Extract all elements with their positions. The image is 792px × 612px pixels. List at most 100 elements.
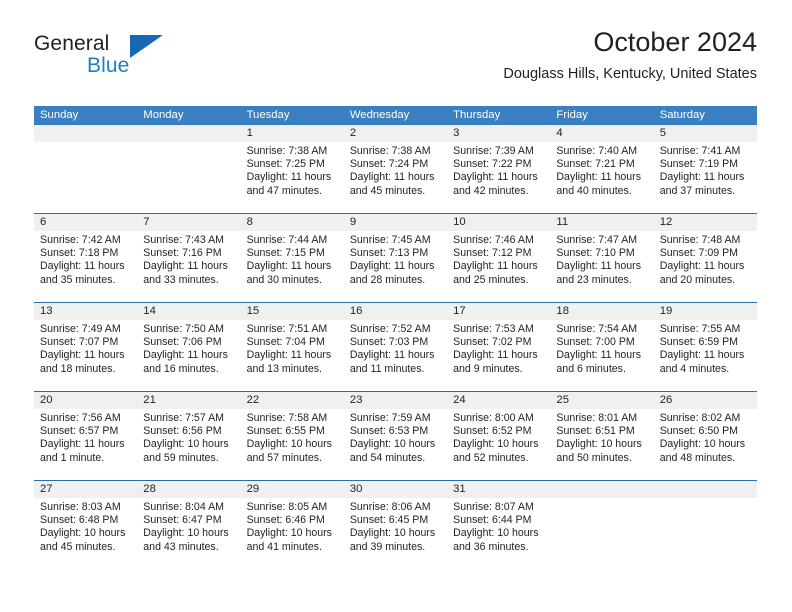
day-info-line: Sunrise: 7:38 AM: [349, 145, 431, 157]
day-info-line: Sunset: 7:10 PM: [556, 247, 635, 260]
day-number-6[interactable]: 6: [34, 214, 137, 231]
day-info-line: Sunset: 7:03 PM: [349, 336, 429, 349]
day-number-21[interactable]: 21: [137, 392, 240, 409]
day-cell-3[interactable]: Sunrise: 7:39 AM Sunset: 7:22 PM Daylight:…: [447, 142, 550, 213]
day-number-3[interactable]: 3: [447, 125, 550, 142]
day-info-line: Sunset: 6:47 PM: [143, 514, 222, 527]
day-cell-9[interactable]: Sunrise: 7:45 AM Sunset: 7:13 PM Daylight:…: [344, 231, 447, 302]
week-detail-band: Sunrise: 8:03 AM Sunset: 6:48 PM Daylight:…: [34, 498, 757, 569]
day-cell-7[interactable]: Sunrise: 7:43 AM Sunset: 7:16 PM Daylight:…: [137, 231, 240, 302]
day-cell-21[interactable]: Sunrise: 7:57 AM Sunset: 6:56 PM Daylight:…: [137, 409, 240, 480]
day-info-line: Sunset: 7:13 PM: [349, 247, 429, 260]
day-number-1[interactable]: 1: [241, 125, 344, 142]
day-info-line: and 9 minutes.: [453, 362, 523, 375]
day-cell-29[interactable]: Sunrise: 8:05 AM Sunset: 6:46 PM Daylight:…: [241, 498, 344, 569]
calendar-week-row: 20 21 22 23 24 25 26 Sunrise: 7:56 AM Sunset: 6:…: [34, 391, 757, 480]
day-cell-22[interactable]: Sunrise: 7:58 AM Sunset: 6:55 PM Daylight:…: [241, 409, 344, 480]
day-cell-11[interactable]: Sunrise: 7:47 AM Sunset: 7:10 PM Daylight:…: [550, 231, 653, 302]
day-info-line: and 28 minutes.: [349, 273, 426, 286]
day-info-line: and 50 minutes.: [556, 451, 632, 464]
weekday-header-monday: Monday: [143, 109, 184, 121]
day-cell-23[interactable]: Sunrise: 7:59 AM Sunset: 6:53 PM Daylight:…: [344, 409, 447, 480]
day-cell-13[interactable]: Sunrise: 7:49 AM Sunset: 7:07 PM Daylight:…: [34, 320, 137, 391]
day-cell-28[interactable]: Sunrise: 8:04 AM Sunset: 6:47 PM Daylight:…: [137, 498, 240, 569]
day-info-line: Sunrise: 7:46 AM: [453, 234, 534, 246]
title-block: October 2024 Douglass Hills, Kentucky, U…: [503, 27, 757, 83]
day-number-23[interactable]: 23: [344, 392, 447, 409]
calendar-weeks: 1 2 3 4 5 Sunrise: 7:38 AM Sunset: 7:25 PM Dayl…: [34, 125, 757, 569]
day-cell-12[interactable]: Sunrise: 7:48 AM Sunset: 7:09 PM Daylight:…: [654, 231, 757, 302]
day-info-line: Daylight: 11 hours: [659, 349, 745, 362]
day-cell-26[interactable]: Sunrise: 8:02 AM Sunset: 6:50 PM Daylight:…: [654, 409, 757, 480]
day-number-29[interactable]: 29: [241, 481, 344, 498]
day-info-line: Sunrise: 8:03 AM: [40, 501, 121, 513]
day-info-line: Sunset: 7:12 PM: [453, 247, 532, 260]
day-number-16[interactable]: 16: [344, 303, 447, 320]
day-cell-empty: [654, 498, 757, 569]
day-cell-18[interactable]: Sunrise: 7:54 AM Sunset: 7:00 PM Daylight:…: [550, 320, 653, 391]
day-number-17[interactable]: 17: [447, 303, 550, 320]
day-cell-5[interactable]: Sunrise: 7:41 AM Sunset: 7:19 PM Daylight:…: [654, 142, 757, 213]
day-info-line: Daylight: 10 hours: [246, 438, 332, 451]
day-cell-1[interactable]: Sunrise: 7:38 AM Sunset: 7:25 PM Daylight:…: [241, 142, 344, 213]
day-info-line: Daylight: 11 hours: [40, 438, 125, 451]
day-number-26[interactable]: 26: [654, 392, 757, 409]
day-cell-17[interactable]: Sunrise: 7:53 AM Sunset: 7:02 PM Daylight:…: [447, 320, 550, 391]
day-info-line: Sunrise: 7:45 AM: [349, 234, 431, 246]
day-number-15[interactable]: 15: [241, 303, 344, 320]
day-cell-2[interactable]: Sunrise: 7:38 AM Sunset: 7:24 PM Daylight:…: [344, 142, 447, 213]
calendar-week-row: 1 2 3 4 5 Sunrise: 7:38 AM Sunset: 7:25 PM Dayl…: [34, 125, 757, 213]
day-cell-14[interactable]: Sunrise: 7:50 AM Sunset: 7:06 PM Daylight:…: [137, 320, 240, 391]
day-number-9[interactable]: 9: [344, 214, 447, 231]
day-cell-15[interactable]: Sunrise: 7:51 AM Sunset: 7:04 PM Daylight:…: [241, 320, 344, 391]
day-number-2[interactable]: 2: [344, 125, 447, 142]
day-number-4[interactable]: 4: [550, 125, 653, 142]
day-cell-20[interactable]: Sunrise: 7:56 AM Sunset: 6:57 PM Daylight:…: [34, 409, 137, 480]
day-info-line: Sunrise: 7:52 AM: [349, 323, 431, 335]
day-info-line: Sunset: 7:19 PM: [659, 158, 739, 171]
week-day-number-band: 13 14 15 16 17 18 19: [34, 303, 757, 320]
day-info-line: Sunset: 6:52 PM: [453, 425, 532, 438]
day-info-line: Sunset: 7:02 PM: [453, 336, 532, 349]
day-number-28[interactable]: 28: [137, 481, 240, 498]
day-number-8[interactable]: 8: [241, 214, 344, 231]
day-cell-6[interactable]: Sunrise: 7:42 AM Sunset: 7:18 PM Daylight:…: [34, 231, 137, 302]
day-info-line: and 13 minutes.: [246, 362, 322, 375]
day-cell-10[interactable]: Sunrise: 7:46 AM Sunset: 7:12 PM Daylight:…: [447, 231, 550, 302]
generalblue-logo[interactable]: General Blue: [34, 33, 264, 89]
day-number-31[interactable]: 31: [447, 481, 550, 498]
day-number-18[interactable]: 18: [550, 303, 653, 320]
day-number-14[interactable]: 14: [137, 303, 240, 320]
day-number-10[interactable]: 10: [447, 214, 550, 231]
day-info-line: Sunset: 7:04 PM: [246, 336, 325, 349]
day-number-19[interactable]: 19: [654, 303, 757, 320]
day-cell-4[interactable]: Sunrise: 7:40 AM Sunset: 7:21 PM Daylight:…: [550, 142, 653, 213]
day-number-13[interactable]: 13: [34, 303, 137, 320]
day-number-20[interactable]: 20: [34, 392, 137, 409]
day-info-line: Daylight: 11 hours: [453, 349, 538, 362]
day-info-line: Sunrise: 8:01 AM: [556, 412, 638, 424]
day-number-25[interactable]: 25: [550, 392, 653, 409]
day-cell-27[interactable]: Sunrise: 8:03 AM Sunset: 6:48 PM Daylight:…: [34, 498, 137, 569]
day-number-27[interactable]: 27: [34, 481, 137, 498]
day-info-line: Daylight: 11 hours: [143, 260, 228, 273]
day-cell-25[interactable]: Sunrise: 8:01 AM Sunset: 6:51 PM Daylight:…: [550, 409, 653, 480]
day-number-22[interactable]: 22: [241, 392, 344, 409]
day-info-line: Sunrise: 7:41 AM: [659, 145, 741, 157]
day-number-30[interactable]: 30: [344, 481, 447, 498]
day-cell-16[interactable]: Sunrise: 7:52 AM Sunset: 7:03 PM Daylight:…: [344, 320, 447, 391]
day-info-line: Daylight: 11 hours: [143, 349, 228, 362]
day-cell-24[interactable]: Sunrise: 8:00 AM Sunset: 6:52 PM Daylight:…: [447, 409, 550, 480]
day-number-7[interactable]: 7: [137, 214, 240, 231]
day-info-line: Sunset: 7:07 PM: [40, 336, 119, 349]
day-number-24[interactable]: 24: [447, 392, 550, 409]
day-number-11[interactable]: 11: [550, 214, 653, 231]
day-number-12[interactable]: 12: [654, 214, 757, 231]
day-cell-19[interactable]: Sunrise: 7:55 AM Sunset: 6:59 PM Daylight:…: [654, 320, 757, 391]
day-cell-30[interactable]: Sunrise: 8:06 AM Sunset: 6:45 PM Daylight:…: [344, 498, 447, 569]
weekday-header-row: Sunday Monday Tuesday Wednesday Thursday Frid…: [34, 106, 757, 125]
day-cell-8[interactable]: Sunrise: 7:44 AM Sunset: 7:15 PM Daylight:…: [241, 231, 344, 302]
day-info-line: Sunset: 6:59 PM: [659, 336, 739, 349]
day-cell-31[interactable]: Sunrise: 8:07 AM Sunset: 6:44 PM Daylight:…: [447, 498, 550, 569]
day-number-5[interactable]: 5: [654, 125, 757, 142]
